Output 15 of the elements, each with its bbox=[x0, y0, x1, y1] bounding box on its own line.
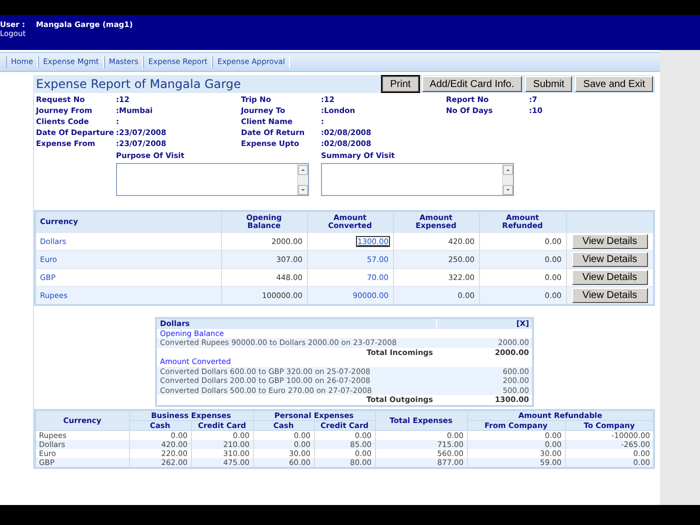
action-button[interactable]: Add/Edit Card Info. bbox=[422, 76, 522, 92]
scroll-up-icon[interactable] bbox=[503, 165, 513, 175]
page-title: Expense Report of Mangala Garge bbox=[36, 77, 241, 91]
scroll-down-icon[interactable] bbox=[503, 185, 513, 195]
view-details-button[interactable]: View Details bbox=[572, 288, 648, 303]
text-area[interactable] bbox=[321, 163, 514, 196]
action-button[interactable]: Save and Exit bbox=[575, 76, 653, 92]
text-area[interactable] bbox=[116, 163, 309, 196]
view-details-button[interactable]: View Details bbox=[572, 234, 648, 249]
action-button[interactable]: Submit bbox=[525, 76, 572, 92]
scroll-up-icon[interactable] bbox=[298, 165, 308, 175]
view-details-button[interactable]: View Details bbox=[572, 252, 648, 267]
scroll-down-icon[interactable] bbox=[298, 185, 308, 195]
action-button[interactable]: Print bbox=[382, 76, 419, 92]
view-details-button[interactable]: View Details bbox=[572, 270, 648, 285]
